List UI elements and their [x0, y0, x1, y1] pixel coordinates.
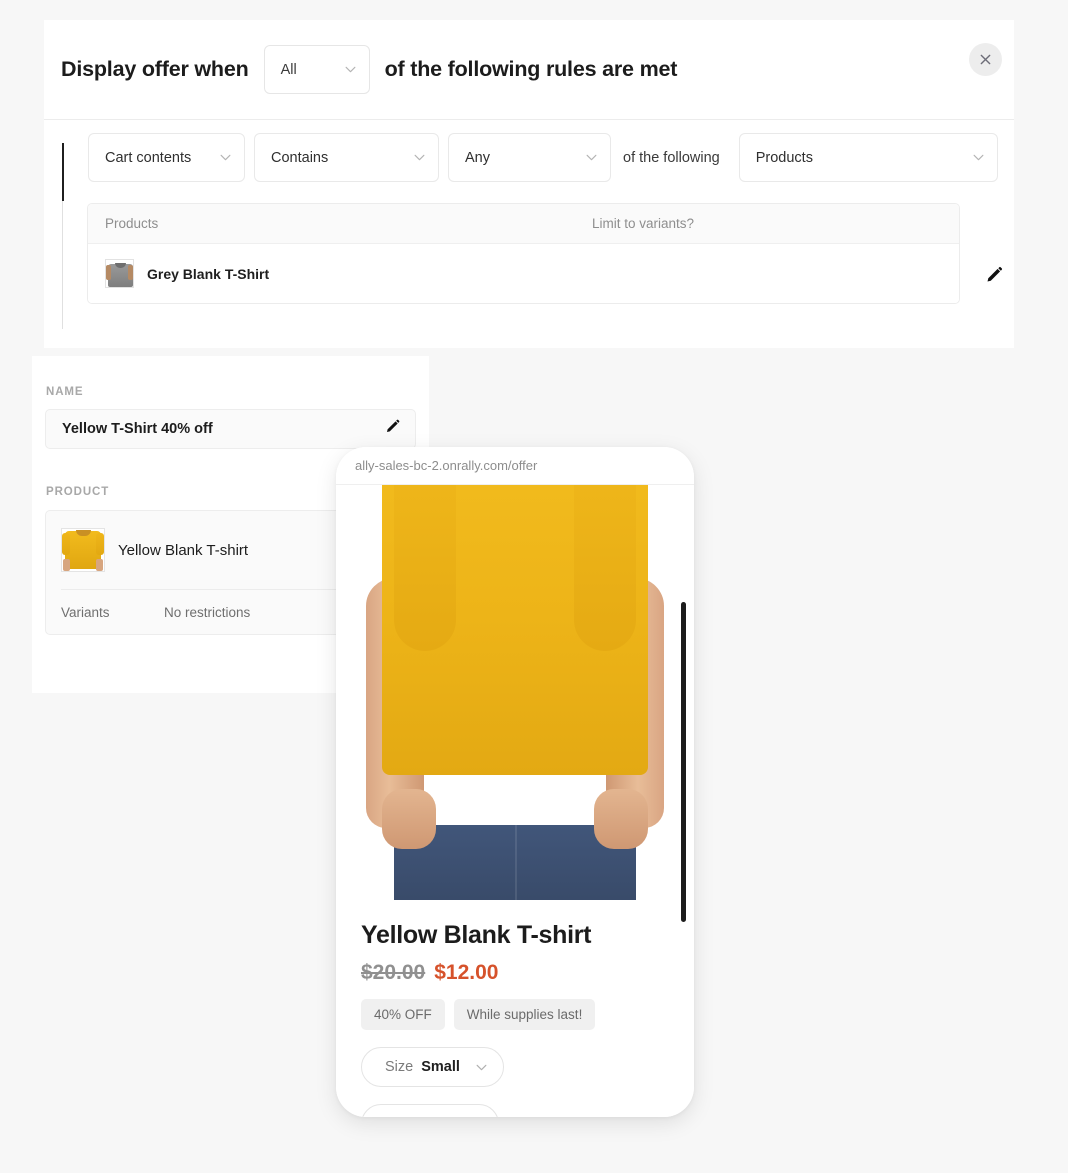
size-selector[interactable]: Size Small — [361, 1047, 504, 1087]
preview-price-row: $20.00 $12.00 — [361, 961, 669, 985]
product-hero-image — [336, 485, 694, 900]
match-type-select[interactable]: All — [263, 45, 370, 94]
offer-name-field[interactable]: Yellow T-Shirt 40% off — [45, 409, 416, 449]
preview-badges: 40% OFF While supplies last! — [361, 999, 669, 1030]
rule-products-table: Products Limit to variants? Grey Blank T… — [87, 203, 960, 304]
preview-product-title: Yellow Blank T-shirt — [361, 921, 592, 949]
preview-scrollbar[interactable] — [681, 602, 686, 922]
hero-illustration — [336, 485, 694, 900]
variants-label: Variants — [61, 604, 110, 620]
chevron-down-icon — [476, 1064, 487, 1071]
variants-value: No restrictions — [164, 604, 251, 620]
rule-connector-label: of the following — [623, 149, 720, 166]
preview-url-text: ally-sales-bc-2.onrally.com/offer — [355, 458, 538, 473]
chevron-down-icon — [220, 154, 231, 161]
rule-target-value: Products — [755, 149, 813, 166]
chevron-down-icon — [414, 154, 425, 161]
rules-title-prefix: Display offer when — [61, 57, 249, 81]
chevron-down-icon — [586, 154, 597, 161]
yellow-tshirt-thumbnail — [61, 528, 105, 572]
preview-original-price: $20.00 — [361, 961, 426, 984]
table-cell-product-name: Grey Blank T-Shirt — [147, 265, 270, 282]
rule-operator-select[interactable]: Contains — [254, 133, 439, 182]
grey-tshirt-thumbnail — [105, 259, 134, 288]
pencil-icon — [984, 266, 1004, 289]
name-field-label: NAME — [46, 386, 84, 398]
status-badge-supply: While supplies last! — [453, 999, 596, 1030]
rules-title-suffix: of the following rules are met — [384, 57, 678, 81]
rule-operator-value: Contains — [271, 149, 329, 166]
rule-group-rail-extension — [62, 201, 63, 329]
table-row[interactable]: Grey Blank T-Shirt — [88, 244, 959, 303]
chevron-down-icon — [973, 154, 984, 161]
preview-url-bar[interactable]: ally-sales-bc-2.onrally.com/offer — [336, 447, 694, 485]
preview-product-details: Yellow Blank T-shirt $20.00 $12.00 40% O… — [336, 900, 694, 1117]
rule-subject-value: Cart contents — [105, 149, 192, 166]
size-selector-value: Small — [421, 1059, 460, 1075]
size-selector-label: Size — [385, 1059, 414, 1075]
table-header-row: Products Limit to variants? — [88, 204, 959, 244]
quantity-selector[interactable]: Quantity 1 — [361, 1104, 500, 1117]
chevron-down-icon — [345, 66, 356, 73]
preview-sale-price: $12.00 — [434, 961, 499, 984]
close-button[interactable] — [969, 43, 1002, 76]
edit-rule-button[interactable] — [984, 265, 1006, 287]
offer-rules-card: Display offer when All of the following … — [44, 20, 1014, 348]
column-header-products: Products — [105, 216, 159, 231]
model-hand-left — [382, 789, 436, 849]
offer-name-value: Yellow T-Shirt 40% off — [62, 421, 213, 437]
rule-group-accent-rail — [62, 143, 64, 201]
rule-subject-select[interactable]: Cart contents — [88, 133, 245, 182]
rule-target-select[interactable]: Products — [738, 133, 998, 182]
quantity-selector-value: 1 — [447, 1116, 455, 1117]
quantity-selector-label: Quantity — [385, 1116, 439, 1117]
match-type-value: All — [280, 61, 297, 78]
tshirt-sleeve-left — [394, 485, 456, 651]
tshirt-sleeve-right — [574, 485, 636, 651]
rule-quantifier-select[interactable]: Any — [448, 133, 611, 182]
column-header-limit-to-variants: Limit to variants? — [592, 216, 695, 231]
rules-card-body: Cart contents Contains Any of the follow… — [44, 120, 1014, 347]
model-hand-right — [594, 789, 648, 849]
pencil-icon[interactable] — [384, 418, 401, 440]
rule-quantifier-value: Any — [465, 149, 490, 166]
rules-card-header: Display offer when All of the following … — [44, 20, 1014, 120]
yellow-tshirt-graphic — [382, 485, 648, 775]
app-root: Display offer when All of the following … — [0, 0, 1068, 1173]
close-icon — [979, 53, 992, 66]
rule-row: Cart contents Contains Any of the follow… — [88, 133, 998, 182]
phone-preview-mockup: ally-sales-bc-2.onrally.com/offer Yellow… — [336, 447, 694, 1117]
status-badge-discount: 40% OFF — [361, 999, 445, 1030]
